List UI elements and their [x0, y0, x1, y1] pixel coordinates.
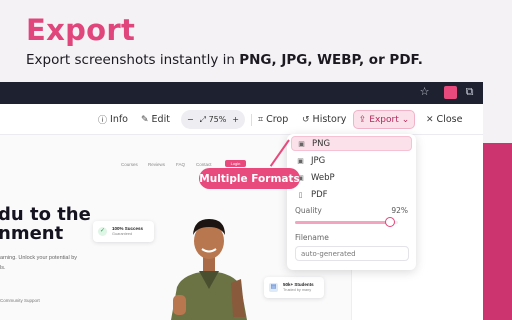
quality-slider-thumb[interactable] [384, 217, 395, 227]
expand-icon: ⤢ [199, 114, 207, 124]
history-icon: ↺ [302, 114, 310, 125]
hero-title: Export [26, 13, 136, 47]
multiple-formats-callout: Multiple Formats [199, 168, 300, 189]
hero-subtitle: Export screenshots instantly in PNG, JPG… [26, 52, 423, 68]
hero-subtitle-prefix: Export screenshots instantly in [26, 52, 240, 68]
export-icon: ⇪ [358, 114, 367, 125]
headline-line: du to the [0, 204, 91, 225]
extension-icon[interactable] [444, 86, 457, 99]
close-label: Close [436, 114, 463, 125]
format-option-jpg[interactable]: ▣ JPG [291, 153, 412, 168]
pencil-icon: ✎ [141, 114, 149, 125]
info-icon: ⓘ [98, 116, 108, 126]
headline-line: nment [0, 223, 64, 244]
page-nav-item: Courses [121, 162, 138, 167]
toolbar-divider [251, 114, 252, 126]
book-icon: ▤ [269, 283, 278, 292]
format-option-pdf[interactable]: ▯ PDF [291, 187, 412, 202]
filename-input[interactable]: auto-generated [295, 246, 409, 261]
format-option-webp[interactable]: ▣ WebP [291, 170, 412, 185]
format-label: PDF [311, 189, 328, 200]
format-option-png[interactable]: ▣ PNG [291, 136, 412, 151]
subtext-line: arning. Unlock your potential by [0, 255, 78, 261]
edit-button[interactable]: ✎ Edit [141, 111, 170, 128]
page-nav-cta: Login [225, 160, 246, 167]
close-icon: ✕ [426, 114, 434, 125]
history-button[interactable]: ↺ History [302, 111, 346, 128]
students-card-sub: Trusted by many [283, 288, 312, 292]
history-label: History [312, 114, 347, 125]
hero-subtitle-formats: PNG, JPG, WEBP, or PDF. [239, 52, 423, 68]
image-icon: ▣ [298, 139, 305, 148]
document-icon: ▯ [298, 190, 303, 199]
students-card: ▤ 50k+ Students Trusted by many [264, 277, 324, 298]
format-label: JPG [311, 155, 326, 166]
crop-icon: ⌗ [258, 114, 264, 125]
image-icon: ▣ [297, 156, 304, 165]
page-nav-item: Reviews [148, 162, 166, 167]
page-support-text: Community Support [0, 298, 40, 303]
chevron-down-icon: ⌄ [401, 114, 410, 125]
subtext-line: ls. [0, 265, 6, 271]
crop-button[interactable]: ⌗ Crop [258, 111, 288, 128]
format-label: PNG [312, 138, 331, 149]
zoom-value-text: 75% [208, 114, 227, 124]
export-format-menu: ▣ PNG ▣ JPG ▣ WebP ▯ PDF Quality 92% Filenam… [287, 134, 416, 270]
edit-label: Edit [151, 114, 170, 125]
filename-label: Filename [295, 233, 329, 242]
extensions-puzzle-icon[interactable]: ⧉ [463, 86, 476, 99]
export-label: Export [369, 114, 399, 125]
crop-label: Crop [266, 114, 289, 125]
check-shield-icon: ✓ [98, 227, 107, 236]
decorative-pink-block [482, 143, 512, 320]
page-headline: du to the nment [0, 205, 91, 243]
star-icon[interactable]: ☆ [418, 86, 431, 99]
quality-slider[interactable] [295, 217, 398, 227]
success-card: ✓ 100% Success Guaranteed [93, 221, 154, 242]
browser-window: ☆ ⧉ ⓘ Info ✎ Edit − ⤢ 75% + ⌗ Crop ↺ History… [0, 82, 483, 320]
info-label: Info [110, 114, 128, 125]
browser-chrome: ☆ ⧉ [0, 82, 483, 104]
zoom-control: − ⤢ 75% + [181, 110, 245, 129]
format-label: WebP [311, 172, 335, 183]
success-card-sub: Guaranteed [112, 232, 133, 236]
quality-label: Quality [295, 206, 322, 215]
quality-value: 92% [391, 206, 408, 215]
zoom-out-button[interactable]: − [187, 115, 194, 124]
student-photo [171, 219, 247, 320]
page-nav-item: FAQ [176, 162, 186, 167]
zoom-in-button[interactable]: + [232, 115, 239, 124]
editor-toolbar: ⓘ Info ✎ Edit − ⤢ 75% + ⌗ Crop ↺ History ⇪ Ex… [0, 104, 483, 135]
page-subtext: arning. Unlock your potential by ls. [0, 253, 80, 273]
close-button[interactable]: ✕ Close [426, 111, 462, 128]
info-button[interactable]: ⓘ Info [98, 111, 128, 128]
zoom-value: ⤢ 75% [200, 115, 227, 125]
export-button[interactable]: ⇪ Export ⌄ [353, 110, 415, 129]
page-nav-item: Contact [196, 162, 212, 167]
quality-slider-fill [295, 221, 390, 224]
